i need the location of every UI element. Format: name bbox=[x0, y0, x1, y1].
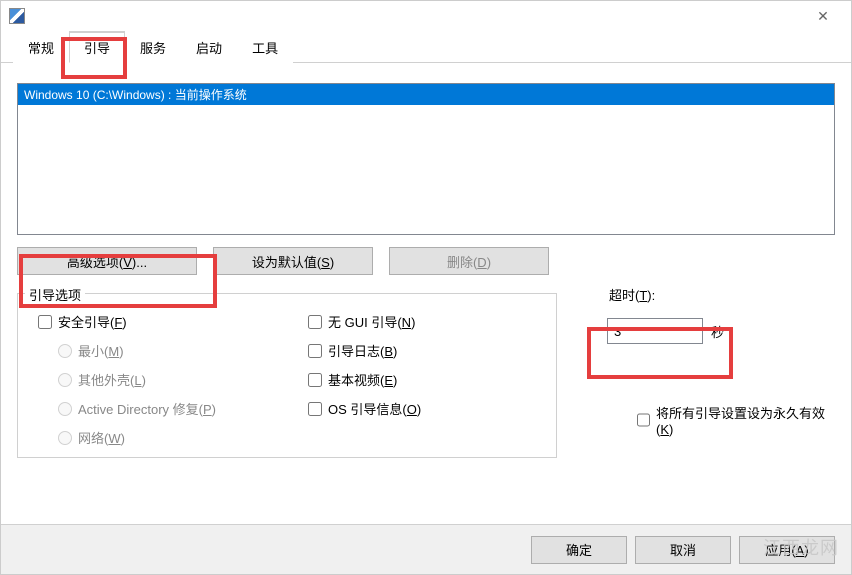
altshell-radio: 其他外壳(L) bbox=[58, 370, 308, 389]
tab-startup[interactable]: 启动 bbox=[181, 31, 237, 63]
label-part: 删除( bbox=[447, 255, 477, 270]
label-part: ) bbox=[121, 431, 125, 446]
permanent-checkbox[interactable]: 将所有引导设置设为永久有效 (K) bbox=[637, 403, 847, 437]
label-underline: W bbox=[108, 431, 120, 446]
basevideo-input[interactable] bbox=[308, 373, 322, 387]
boot-list-item-selected[interactable]: Windows 10 (C:\Windows) : 当前操作系统 bbox=[18, 84, 834, 105]
label-part: ) bbox=[212, 402, 216, 417]
label-underline: S bbox=[321, 255, 330, 270]
boot-list[interactable]: Windows 10 (C:\Windows) : 当前操作系统 bbox=[17, 83, 835, 235]
safeboot-checkbox[interactable]: 安全引导(F) bbox=[38, 312, 308, 331]
permanent-input[interactable] bbox=[637, 403, 650, 437]
timeout-label: 超时(T): bbox=[607, 288, 657, 303]
label-part: 将所有引导设置设为永久有效 bbox=[656, 406, 825, 421]
label-underline: O bbox=[407, 402, 417, 417]
tab-services[interactable]: 服务 bbox=[125, 31, 181, 63]
cancel-button[interactable]: 取消 bbox=[635, 536, 731, 564]
label-part: ) bbox=[142, 373, 146, 388]
label-part: ) bbox=[417, 402, 421, 417]
bootlog-checkbox[interactable]: 引导日志(B) bbox=[308, 341, 536, 360]
label-part: OS 引导信息( bbox=[328, 402, 407, 417]
label-underline: M bbox=[108, 344, 119, 359]
label-part: Active Directory 修复( bbox=[78, 402, 203, 417]
nogui-input[interactable] bbox=[308, 315, 322, 329]
tab-tools[interactable]: 工具 bbox=[237, 31, 293, 63]
tab-content: Windows 10 (C:\Windows) : 当前操作系统 高级选项(V)… bbox=[1, 63, 851, 475]
label-part: ) bbox=[411, 315, 415, 330]
label-part: 无 GUI 引导( bbox=[328, 315, 402, 330]
label-part: ) bbox=[393, 373, 397, 388]
label-part: 基本视频( bbox=[328, 373, 384, 388]
label-part: 高级选项( bbox=[67, 255, 123, 270]
ad-repair-radio: Active Directory 修复(P) bbox=[58, 399, 308, 418]
label-part: 最小( bbox=[78, 344, 108, 359]
boot-options-group: 引导选项 安全引导(F) 最小(M) 其他外壳(L) bbox=[17, 293, 557, 458]
label-underline: D bbox=[477, 255, 486, 270]
boot-options-region: 引导选项 安全引导(F) 最小(M) 其他外壳(L) bbox=[17, 293, 835, 463]
app-icon bbox=[9, 8, 25, 24]
label-underline: L bbox=[134, 373, 141, 388]
label-part: 网络( bbox=[78, 431, 108, 446]
network-radio: 网络(W) bbox=[58, 428, 308, 447]
label-underline: E bbox=[384, 373, 393, 388]
minimal-input bbox=[58, 344, 72, 358]
tab-boot[interactable]: 引导 bbox=[69, 31, 125, 63]
label-underline: B bbox=[384, 344, 393, 359]
label-part: ) bbox=[393, 344, 397, 359]
label-part: ) bbox=[487, 255, 491, 270]
label-part: 设为默认值( bbox=[252, 255, 321, 270]
altshell-input bbox=[58, 373, 72, 387]
advanced-options-button[interactable]: 高级选项(V)... bbox=[17, 247, 197, 275]
set-default-button[interactable]: 设为默认值(S) bbox=[213, 247, 373, 275]
boot-button-row: 高级选项(V)... 设为默认值(S) 删除(D) bbox=[17, 247, 835, 275]
tab-general[interactable]: 常规 bbox=[13, 31, 69, 63]
label-underline: K bbox=[660, 422, 669, 437]
basevideo-checkbox[interactable]: 基本视频(E) bbox=[308, 370, 536, 389]
label-part: 安全引导( bbox=[58, 315, 114, 330]
dialog-buttons: 确定 取消 应用(A) bbox=[1, 524, 851, 574]
close-button[interactable]: ✕ bbox=[803, 2, 843, 30]
label-part: ) bbox=[669, 422, 673, 437]
osinfo-input[interactable] bbox=[308, 402, 322, 416]
tab-bar: 常规 引导 服务 启动 工具 bbox=[1, 31, 851, 63]
timeout-group: 超时(T): 秒 bbox=[607, 285, 724, 344]
titlebar: ✕ bbox=[1, 1, 851, 31]
ad-repair-input bbox=[58, 402, 72, 416]
label-part: ): bbox=[647, 288, 655, 303]
label-part: )... bbox=[132, 255, 147, 270]
network-input bbox=[58, 431, 72, 445]
minimal-radio: 最小(M) bbox=[58, 341, 308, 360]
watermark: 江西龙网 bbox=[763, 534, 839, 560]
label-underline: P bbox=[203, 402, 212, 417]
bootlog-input[interactable] bbox=[308, 344, 322, 358]
timeout-input[interactable] bbox=[607, 318, 703, 344]
label-part: 超时( bbox=[609, 288, 639, 303]
label-part: 引导日志( bbox=[328, 344, 384, 359]
label-underline: V bbox=[123, 255, 132, 270]
label-part: ) bbox=[122, 315, 126, 330]
boot-options-legend: 引导选项 bbox=[25, 285, 85, 304]
osinfo-checkbox[interactable]: OS 引导信息(O) bbox=[308, 399, 536, 418]
nogui-checkbox[interactable]: 无 GUI 引导(N) bbox=[308, 312, 536, 331]
delete-button: 删除(D) bbox=[389, 247, 549, 275]
timeout-seconds-label: 秒 bbox=[711, 322, 724, 341]
safeboot-input[interactable] bbox=[38, 315, 52, 329]
label-underline: N bbox=[402, 315, 411, 330]
ok-button[interactable]: 确定 bbox=[531, 536, 627, 564]
label-part: ) bbox=[119, 344, 123, 359]
label-part: ) bbox=[330, 255, 334, 270]
label-part: 其他外壳( bbox=[78, 373, 134, 388]
